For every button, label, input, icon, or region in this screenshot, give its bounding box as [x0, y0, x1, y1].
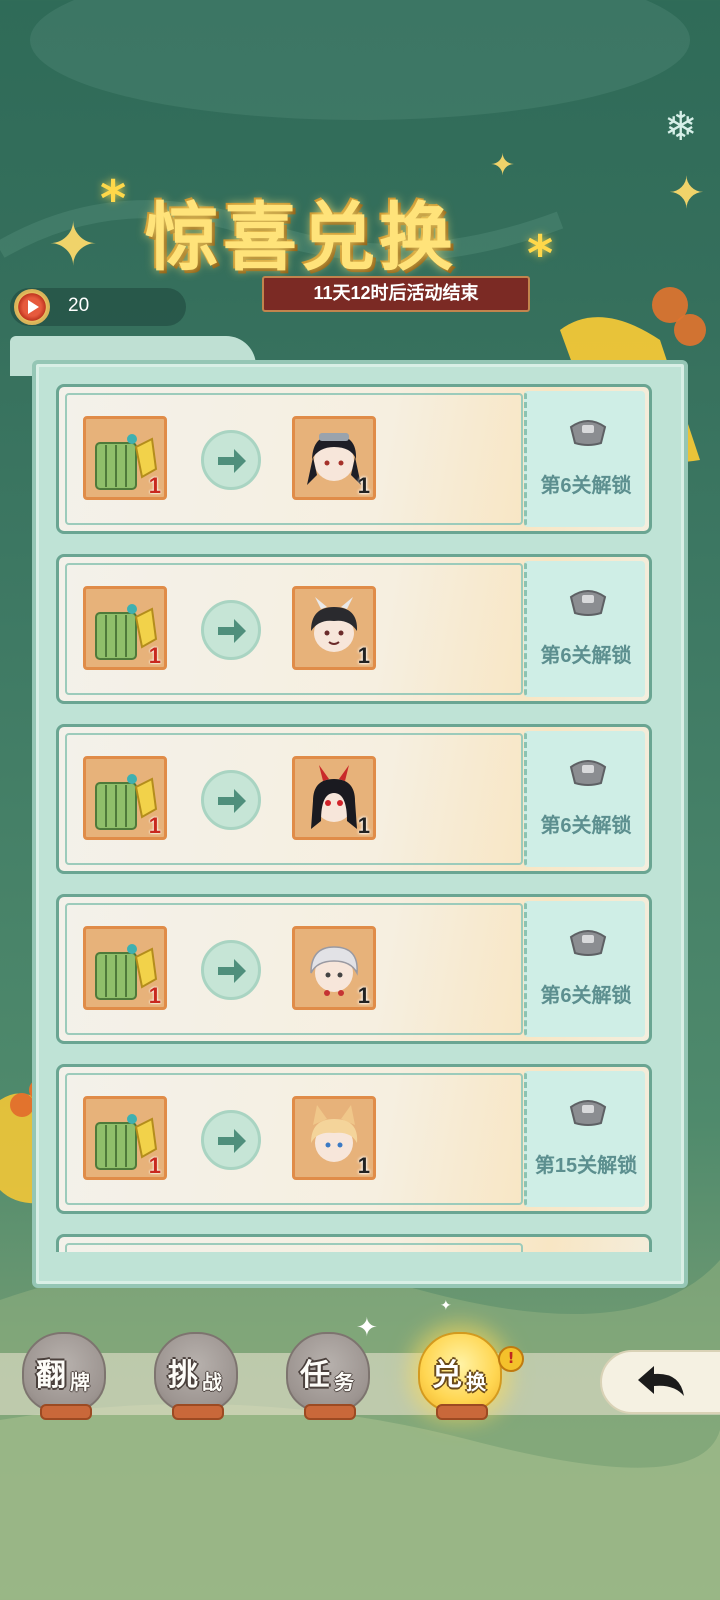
exchange-row-partial[interactable] — [56, 1234, 652, 1252]
unlock-label: 第6关解锁 — [540, 815, 632, 837]
back-arrow-icon — [638, 1366, 684, 1396]
unlock-label: 第15关解锁 — [534, 1155, 638, 1177]
lock-icon — [569, 930, 607, 956]
title-sparkle-icon: * — [527, 225, 554, 283]
unlock-label: 第6关解锁 — [540, 475, 632, 497]
reward-hero-slot[interactable]: 1 — [292, 416, 376, 500]
cost-item-slot[interactable]: 1 — [83, 1096, 167, 1180]
tab-challenge[interactable]: 挑 战 — [154, 1332, 238, 1420]
cost-count: 1 — [148, 1153, 161, 1178]
reward-hero-slot[interactable]: 1 — [292, 926, 376, 1010]
title-sparkle-icon: * — [100, 170, 127, 228]
reward-count: 1 — [357, 1153, 370, 1178]
page-title: 惊喜兑换 — [145, 195, 457, 281]
lock-icon — [569, 760, 607, 786]
currency-counter: 20 — [10, 288, 186, 326]
tab-exchange[interactable]: 兑 换 — [418, 1332, 502, 1420]
tab-label-sub: 务 — [334, 1370, 354, 1394]
reward-count: 1 — [357, 643, 370, 668]
reward-hero-slot[interactable]: 1 — [292, 586, 376, 670]
tab-flip-cards[interactable]: 翻 牌 — [22, 1332, 106, 1420]
lock-icon — [569, 1100, 607, 1126]
reward-hero-slot[interactable]: 1 — [292, 1096, 376, 1180]
cost-count: 1 — [148, 983, 161, 1008]
exchange-arrow-icon — [201, 430, 261, 490]
cost-count: 1 — [148, 473, 161, 498]
tab-label-sub: 换 — [466, 1370, 486, 1394]
unlock-label: 第6关解锁 — [540, 985, 632, 1007]
tab-tasks[interactable]: 任 务 — [286, 1332, 370, 1420]
reward-count: 1 — [357, 473, 370, 498]
exchange-arrow-icon — [201, 1110, 261, 1170]
currency-value: 20 — [68, 295, 90, 316]
cost-count: 1 — [148, 813, 161, 838]
cost-item-slot[interactable]: 1 — [83, 586, 167, 670]
tab-label-main: 兑 — [432, 1358, 462, 1393]
tab-label-sub: 牌 — [70, 1370, 90, 1394]
cost-item-slot[interactable]: 1 — [83, 416, 167, 500]
svg-text:❄: ❄ — [664, 104, 698, 150]
svg-text:✦: ✦ — [48, 210, 98, 280]
back-button[interactable] — [600, 1350, 720, 1414]
tab-label-main: 任 — [300, 1358, 330, 1393]
reward-hero-slot[interactable]: 1 — [292, 756, 376, 840]
exchange-row[interactable]: 1 1 第6关解锁 — [56, 724, 652, 874]
svg-text:✦: ✦ — [440, 1298, 452, 1314]
cost-item-slot[interactable]: 1 — [83, 926, 167, 1010]
unlock-status: 第6关解锁 — [524, 561, 645, 697]
exchange-arrow-icon — [201, 770, 261, 830]
notification-badge: ! — [498, 1346, 524, 1372]
unlock-status: 第15关解锁 — [524, 1071, 645, 1207]
exchange-row[interactable]: 1 1 第6关解锁 — [56, 384, 652, 534]
unlock-status: 第6关解锁 — [524, 901, 645, 1037]
tab-label-sub: 战 — [202, 1370, 222, 1394]
lock-icon — [569, 420, 607, 446]
reward-count: 1 — [357, 983, 370, 1008]
cost-count: 1 — [148, 643, 161, 668]
reward-count: 1 — [357, 813, 370, 838]
event-countdown: 11天12时后活动结束 — [262, 276, 530, 312]
exchange-row[interactable]: 1 1 第15关解锁 — [56, 1064, 652, 1214]
exchange-row[interactable]: 1 1 第6关解锁 — [56, 894, 652, 1044]
exchange-list[interactable]: 1 1 第6关解锁 1 1 第6关解锁 1 1 第6关解锁 1 1 第6关解锁 … — [56, 384, 656, 1252]
ticket-coin-icon — [14, 289, 50, 325]
unlock-status: 第6关解锁 — [524, 731, 645, 867]
tab-label-main: 挑 — [168, 1358, 198, 1393]
cost-item-slot[interactable]: 1 — [83, 756, 167, 840]
unlock-label: 第6关解锁 — [540, 645, 632, 667]
unlock-status: 第6关解锁 — [524, 391, 645, 527]
lock-icon — [569, 590, 607, 616]
svg-text:✦: ✦ — [356, 1313, 378, 1343]
exchange-arrow-icon — [201, 940, 261, 1000]
exchange-row[interactable]: 1 1 第6关解锁 — [56, 554, 652, 704]
svg-text:✦: ✦ — [668, 168, 705, 219]
exchange-arrow-icon — [201, 600, 261, 660]
tab-label-main: 翻 — [36, 1358, 66, 1393]
